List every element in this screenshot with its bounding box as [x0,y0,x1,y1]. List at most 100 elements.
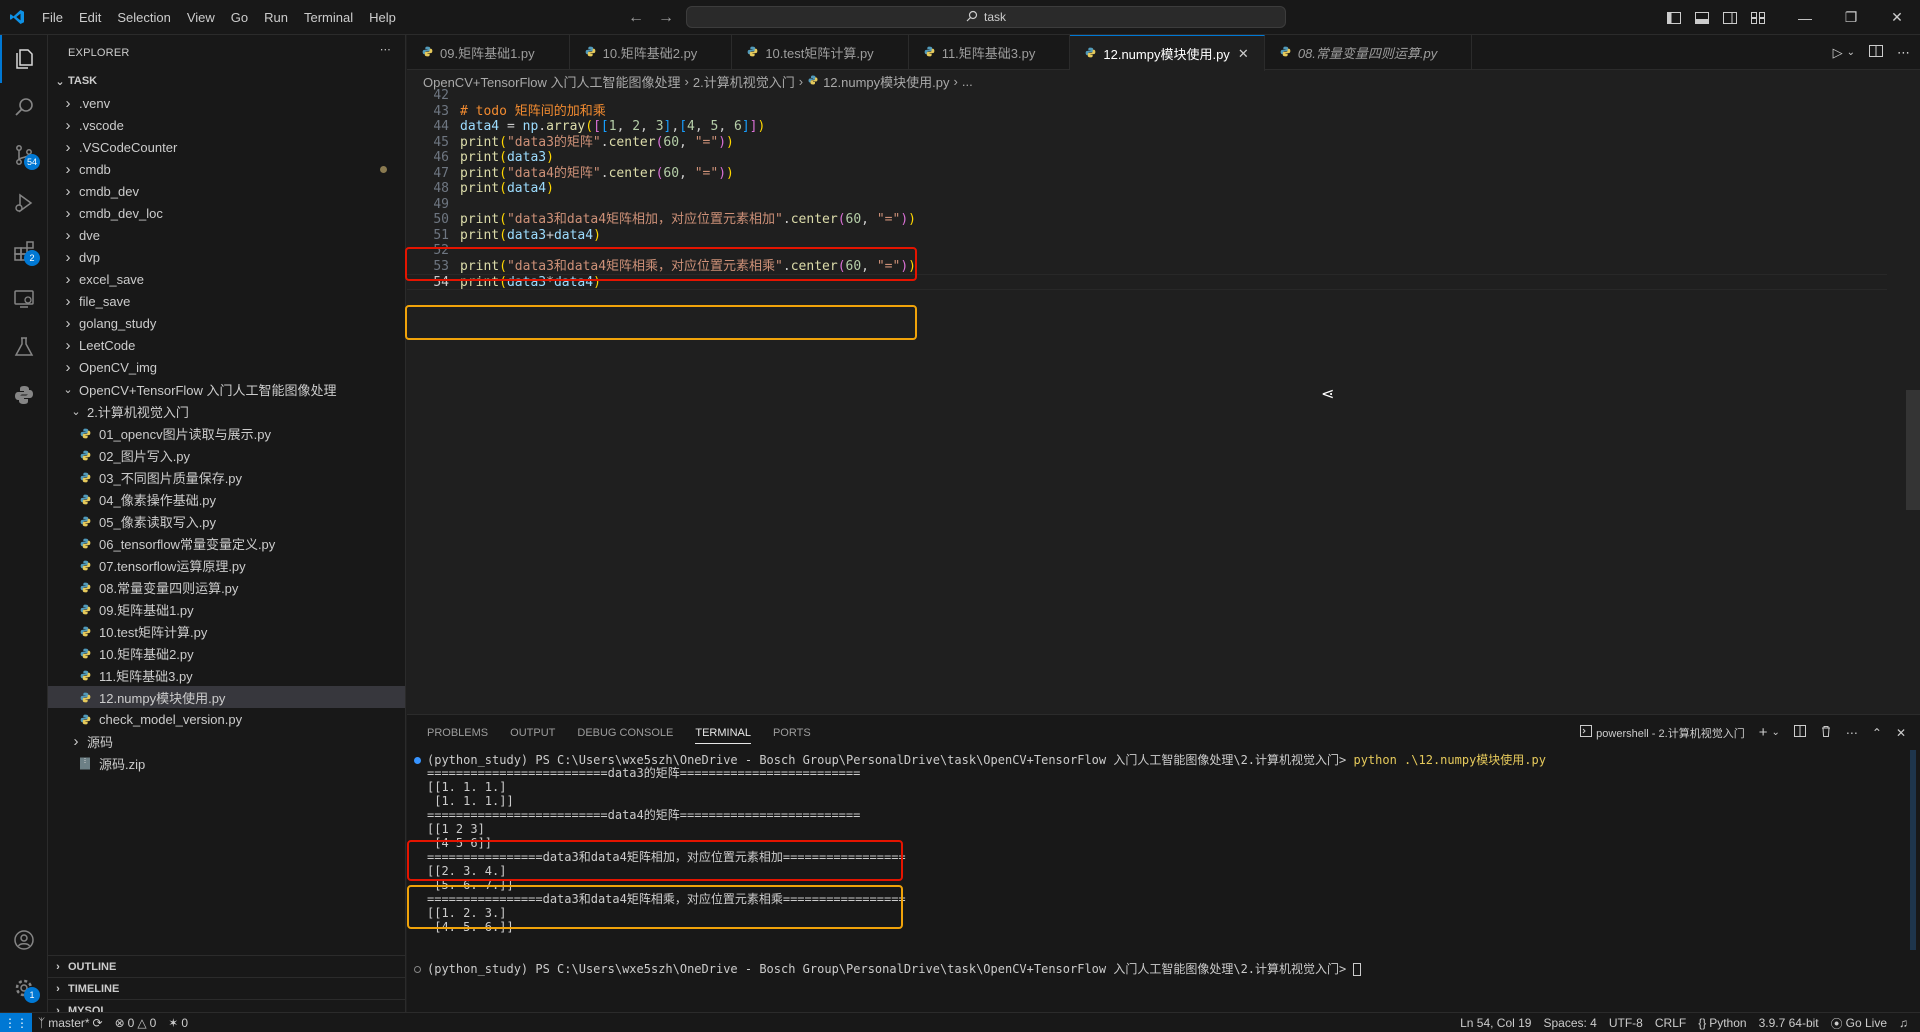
notifications-bell-icon[interactable]: ♫ [1893,1016,1914,1030]
tree-folder[interactable]: ›python_abc [48,774,405,779]
terminal-name[interactable]: powershell - 2.计算机视觉入门 [1596,725,1745,741]
split-terminal-icon[interactable] [1793,725,1806,740]
menu-view[interactable]: View [179,0,223,35]
extensions-icon[interactable]: 2 [0,227,48,275]
tree-file[interactable]: 06_tensorflow常量变量定义.py [48,532,405,554]
editor-tab[interactable]: 12.numpy模块使用.py ✕ [1070,35,1265,71]
tree-folder[interactable]: › cmdb_dev [48,180,405,202]
timeline-section[interactable]: › TIMELINE [48,977,406,999]
close-window-icon[interactable]: ✕ [1874,0,1920,35]
manage-gear-icon[interactable]: 1 [0,964,48,1012]
code-editor[interactable]: 42 43 # todo 矩阵间的加和乘 44 data4 = np.array([[1… [405,88,1920,714]
run-python-file-icon[interactable]: ▷ [1833,45,1843,61]
chevron-down-icon[interactable]: ⌄ [1771,727,1779,738]
tree-folder[interactable]: ⌄ OpenCV+TensorFlow 入门人工智能图像处理 [48,378,405,400]
panel-tab-ports[interactable]: PORTS [773,727,811,739]
tree-folder[interactable]: › dve [48,224,405,246]
workspace-root[interactable]: ⌄ TASK [48,70,405,92]
tree-folder[interactable]: › OpenCV_img [48,356,405,378]
terminal[interactable]: (python_study) PS C:\Users\wxe5szh\OneDr… [407,750,1920,1013]
testing-flask-icon[interactable] [0,323,48,371]
back-arrow-icon[interactable]: ← [628,9,644,27]
terminal-scrollbar[interactable] [1910,750,1916,950]
menu-go[interactable]: Go [223,0,256,35]
command-center-search[interactable]: task [686,6,1286,28]
tree-file[interactable]: 10.test矩阵计算.py [48,620,405,642]
encoding[interactable]: UTF-8 [1603,1016,1649,1030]
toggle-primary-sidebar-icon[interactable] [1660,0,1688,35]
new-terminal-plus-icon[interactable]: + [1759,724,1768,741]
customize-layout-icon[interactable] [1744,0,1772,35]
tree-file[interactable]: 02_图片写入.py [48,444,405,466]
tree-folder[interactable]: › cmdb_dev_loc [48,202,405,224]
tree-file[interactable]: 08.常量变量四则运算.py [48,576,405,598]
menu-selection[interactable]: Selection [109,0,178,35]
tree-folder[interactable]: › 源码 [48,730,405,752]
run-debug-icon[interactable] [0,179,48,227]
panel-tab-output[interactable]: OUTPUT [510,727,555,739]
close-panel-icon[interactable]: ✕ [1896,726,1906,740]
cursor-position[interactable]: Ln 54, Col 19 [1454,1016,1537,1030]
tree-file[interactable]: 01_opencv图片读取与展示.py [48,422,405,444]
editor-tab[interactable]: 11.矩阵基础3.py [909,35,1071,70]
tree-file[interactable]: check_model_version.py [48,708,405,730]
toggle-secondary-sidebar-icon[interactable] [1716,0,1744,35]
editor-tab[interactable]: 10.test矩阵计算.py [732,35,909,70]
more-actions-icon[interactable]: ⋯ [380,43,391,56]
tree-file[interactable]: 源码.zip [48,752,405,774]
tree-folder[interactable]: › excel_save [48,268,405,290]
breadcrumb-item[interactable]: ... [962,74,973,89]
split-editor-icon[interactable] [1869,45,1883,60]
tree-folder[interactable]: › golang_study [48,312,405,334]
problems-counter[interactable]: ⊗ 0 △ 0 [109,1016,163,1030]
tree-file[interactable]: 07.tensorflow运算原理.py [48,554,405,576]
tree-file[interactable]: 09.矩阵基础1.py [48,598,405,620]
outline-section[interactable]: › OUTLINE [48,955,406,977]
editor-tab[interactable]: 10.矩阵基础2.py [570,35,733,70]
tree-folder[interactable]: › .VSCodeCounter [48,136,405,158]
tree-folder[interactable]: › dvp [48,246,405,268]
menu-terminal[interactable]: Terminal [296,0,361,35]
accounts-icon[interactable] [0,916,48,964]
editor-tab[interactable]: 08.常量变量四则运算.py [1265,35,1473,70]
indentation[interactable]: Spaces: 4 [1537,1016,1602,1030]
tree-folder[interactable]: › cmdb [48,158,405,180]
maximize-panel-chevron-up-icon[interactable]: ⌃ [1872,726,1882,740]
search-activity-icon[interactable] [0,83,48,131]
close-tab-icon[interactable]: ✕ [1238,46,1252,62]
git-branch[interactable]: ᛉ master* ⟳ [32,1016,109,1030]
remote-explorer-icon[interactable] [0,275,48,323]
ports-counter[interactable]: ✶ 0 [162,1016,194,1030]
source-control-icon[interactable]: 54 [0,131,48,179]
language-mode[interactable]: {} Python [1692,1016,1752,1030]
menu-help[interactable]: Help [361,0,404,35]
more-actions-icon[interactable]: ⋯ [1846,726,1858,740]
tree-folder[interactable]: › LeetCode [48,334,405,356]
tree-folder[interactable]: › .vscode [48,114,405,136]
go-live[interactable]: ⦿ Go Live [1825,1015,1893,1032]
chevron-down-icon[interactable]: ⌄ [1847,47,1855,58]
line-ending[interactable]: CRLF [1649,1016,1692,1030]
remote-indicator-icon[interactable]: ⋮⋮ [0,1012,32,1032]
panel-tab-problems[interactable]: PROBLEMS [427,727,488,739]
tree-file[interactable]: 12.numpy模块使用.py [48,686,405,708]
tree-folder[interactable]: › file_save [48,290,405,312]
toggle-panel-icon[interactable] [1688,0,1716,35]
tree-folder[interactable]: › .venv [48,92,405,114]
panel-tab-debug-console[interactable]: DEBUG CONSOLE [577,727,673,739]
python-interpreter[interactable]: 3.9.7 64-bit [1753,1016,1825,1030]
forward-arrow-icon[interactable]: → [658,9,674,27]
menu-run[interactable]: Run [256,0,296,35]
trash-icon[interactable] [1820,725,1832,740]
explorer-icon[interactable] [0,35,48,83]
more-actions-icon[interactable]: ⋯ [1897,45,1910,61]
tree-file[interactable]: 04_像素操作基础.py [48,488,405,510]
tree-file[interactable]: 11.矩阵基础3.py [48,664,405,686]
tree-file[interactable]: 03_不同图片质量保存.py [48,466,405,488]
editor-tab[interactable]: 09.矩阵基础1.py [407,35,570,70]
minimize-icon[interactable]: — [1782,0,1828,35]
editor-scrollbar[interactable] [1906,390,1920,510]
python-icon[interactable] [0,371,48,419]
tree-file[interactable]: 10.矩阵基础2.py [48,642,405,664]
panel-tab-terminal[interactable]: TERMINAL [695,727,751,744]
